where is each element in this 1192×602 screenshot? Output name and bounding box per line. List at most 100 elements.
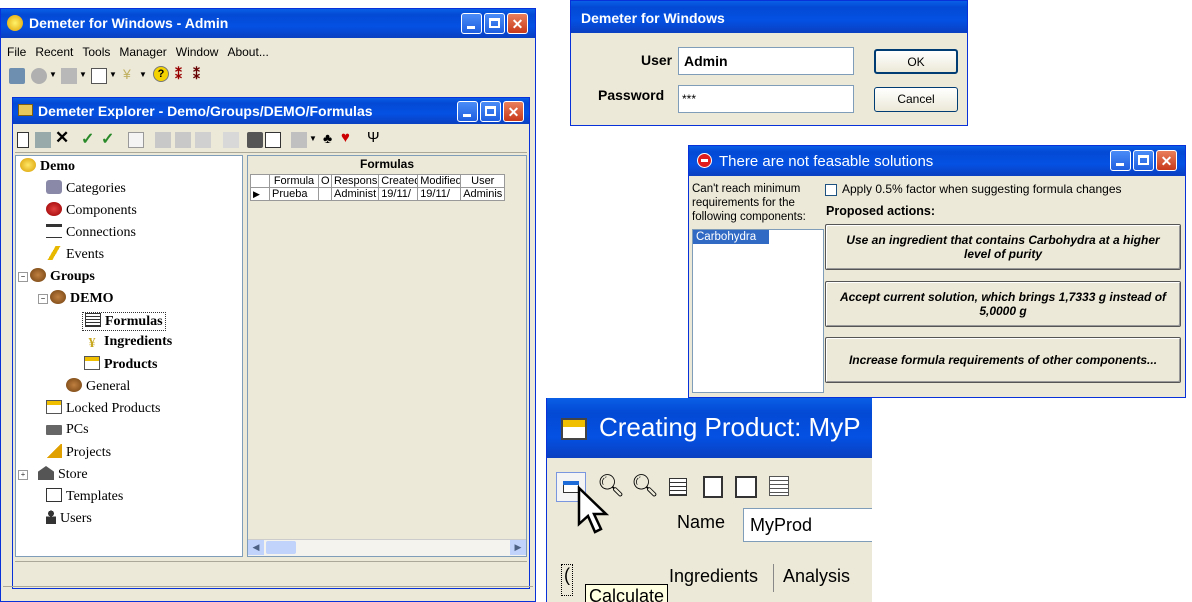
print-icon[interactable]	[247, 132, 263, 148]
cell-responsible[interactable]: Administ	[330, 187, 380, 201]
password-field[interactable]	[678, 85, 854, 113]
formula-icon[interactable]	[91, 68, 107, 84]
maximize-button[interactable]	[484, 13, 505, 34]
cell-o[interactable]	[318, 187, 332, 201]
document-icon[interactable]	[703, 476, 723, 498]
list-item[interactable]: Carbohydra	[693, 230, 769, 244]
properties-icon[interactable]	[35, 132, 51, 148]
menu-manager[interactable]: Manager	[119, 45, 166, 59]
tree-item-categories[interactable]: Categories	[46, 180, 126, 197]
check-icon[interactable]: ✓	[81, 129, 94, 149]
solutions-title-bar[interactable]: There are not feasable solutions ✕	[689, 146, 1185, 176]
grid-icon[interactable]	[128, 132, 144, 148]
tree-item-locked-products[interactable]: Locked Products	[46, 400, 160, 417]
delete-icon[interactable]: ✕	[55, 128, 69, 148]
help-icon[interactable]: ?	[153, 66, 169, 82]
chevron-down-icon[interactable]: ▼	[139, 70, 147, 79]
print-preview-icon[interactable]	[265, 132, 281, 148]
solutions-minimize-button[interactable]	[1110, 150, 1131, 171]
tree-root-demo[interactable]: Demo	[20, 158, 75, 175]
factor-checkbox-label[interactable]: Apply 0.5% factor when suggesting formul…	[842, 182, 1122, 196]
paste-icon[interactable]	[175, 132, 191, 148]
tree-item-products[interactable]: Products	[84, 356, 157, 373]
tree-item-store[interactable]: + Store	[18, 466, 88, 483]
user-admin-icon[interactable]: ⁑	[193, 66, 200, 83]
explorer-tree[interactable]: Demo Categories Components Connections E…	[15, 155, 243, 557]
tree-item-users[interactable]: Users	[46, 510, 92, 527]
chevron-down-icon[interactable]: ▼	[309, 134, 317, 143]
tree-item-demo[interactable]: − DEMO	[38, 290, 114, 307]
chevron-down-icon[interactable]: ▼	[49, 70, 57, 79]
tree-item-events[interactable]: Events	[46, 246, 104, 263]
menu-recent[interactable]: Recent	[35, 45, 73, 59]
cell-created[interactable]: 19/11/	[378, 187, 419, 201]
minimize-button[interactable]	[461, 13, 482, 34]
product-name-field[interactable]	[743, 508, 872, 542]
product-title-bar[interactable]: Creating Product: MyP	[547, 398, 872, 458]
solutions-close-button[interactable]: ✕	[1156, 150, 1177, 171]
cell-user[interactable]: Adminis	[460, 187, 506, 201]
find-icon[interactable]: ♣	[323, 130, 332, 146]
explorer-maximize-button[interactable]	[480, 101, 501, 122]
scroll-right-icon[interactable]: ▶	[510, 540, 526, 555]
tree-item-templates[interactable]: Templates	[46, 488, 123, 505]
users-icon[interactable]: ⁑	[175, 66, 182, 83]
factor-checkbox[interactable]	[825, 184, 837, 196]
product-icon[interactable]	[61, 68, 77, 84]
col-formula[interactable]: Formula	[269, 174, 319, 188]
cell-modified[interactable]: 19/11/	[417, 187, 462, 201]
copy-icon[interactable]	[669, 478, 687, 496]
close-button[interactable]: ✕	[507, 13, 528, 34]
heart-icon[interactable]: ♥	[341, 129, 350, 146]
new-icon[interactable]	[17, 132, 29, 148]
action-use-ingredient-button[interactable]: Use an ingredient that contains Carbohyd…	[825, 224, 1181, 270]
chevron-down-icon[interactable]: ▼	[79, 70, 87, 79]
horizontal-scrollbar[interactable]: ◀ ▶	[248, 539, 526, 556]
table-row[interactable]: ▶ Prueba Administ 19/11/ 19/11/ Adminis	[250, 187, 506, 201]
explorer-title-bar[interactable]: Demeter Explorer - Demo/Groups/DEMO/Form…	[13, 98, 529, 124]
tool-icon[interactable]	[31, 68, 47, 84]
login-title-bar[interactable]: Demeter for Windows	[571, 1, 967, 33]
tree-item-projects[interactable]: Projects	[46, 444, 111, 461]
scroll-thumb[interactable]	[266, 541, 296, 554]
view-icon[interactable]	[291, 132, 307, 148]
tab-ingredients[interactable]: Ingredients	[669, 566, 758, 587]
chart-icon[interactable]	[735, 476, 757, 498]
menu-tools[interactable]: Tools	[82, 45, 110, 59]
col-o[interactable]: O	[318, 174, 332, 188]
menu-about[interactable]: About...	[227, 45, 268, 59]
solutions-maximize-button[interactable]	[1133, 150, 1154, 171]
ingredient-icon[interactable]: ¥	[123, 66, 131, 82]
tree-item-general[interactable]: General	[66, 378, 130, 395]
col-responsible[interactable]: Respons	[330, 174, 380, 188]
tab-analysis[interactable]: Analysis	[783, 566, 850, 587]
search-icon[interactable]	[9, 68, 25, 84]
col-created[interactable]: Created	[378, 174, 419, 188]
tree-item-pcs[interactable]: PCs	[46, 422, 89, 438]
explorer-minimize-button[interactable]	[457, 101, 478, 122]
cancel-button[interactable]: Cancel	[874, 87, 958, 112]
formulas-grid[interactable]: Formula O Respons Created Modified User …	[250, 174, 506, 201]
action-accept-solution-button[interactable]: Accept current solution, which brings 1,…	[825, 281, 1181, 327]
col-modified[interactable]: Modified	[417, 174, 462, 188]
scroll-left-icon[interactable]: ◀	[248, 540, 264, 555]
action-increase-requirements-button[interactable]: Increase formula requirements of other c…	[825, 337, 1181, 383]
edit-icon[interactable]	[769, 476, 789, 496]
menu-file[interactable]: File	[7, 45, 26, 59]
main-title-bar[interactable]: Demeter for Windows - Admin ✕	[1, 9, 535, 38]
tree-item-components[interactable]: Components	[46, 202, 137, 219]
components-list[interactable]: Carbohydra	[692, 229, 824, 393]
expand-toggle[interactable]: +	[18, 470, 28, 480]
lock-icon[interactable]	[223, 132, 239, 148]
user-field[interactable]	[678, 47, 854, 75]
explorer-close-button[interactable]: ✕	[503, 101, 524, 122]
expand-toggle[interactable]: −	[18, 272, 28, 282]
tree-item-ingredients[interactable]: ¥ Ingredients	[84, 334, 173, 351]
expand-toggle[interactable]: −	[38, 294, 48, 304]
filter-icon[interactable]: Ψ	[367, 129, 380, 146]
chevron-down-icon[interactable]: ▼	[109, 70, 117, 79]
cut-icon[interactable]	[195, 132, 211, 148]
ok-button[interactable]: OK	[874, 49, 958, 74]
tab-partial[interactable]: (	[561, 564, 573, 596]
tree-item-formulas[interactable]: Formulas	[82, 312, 166, 331]
